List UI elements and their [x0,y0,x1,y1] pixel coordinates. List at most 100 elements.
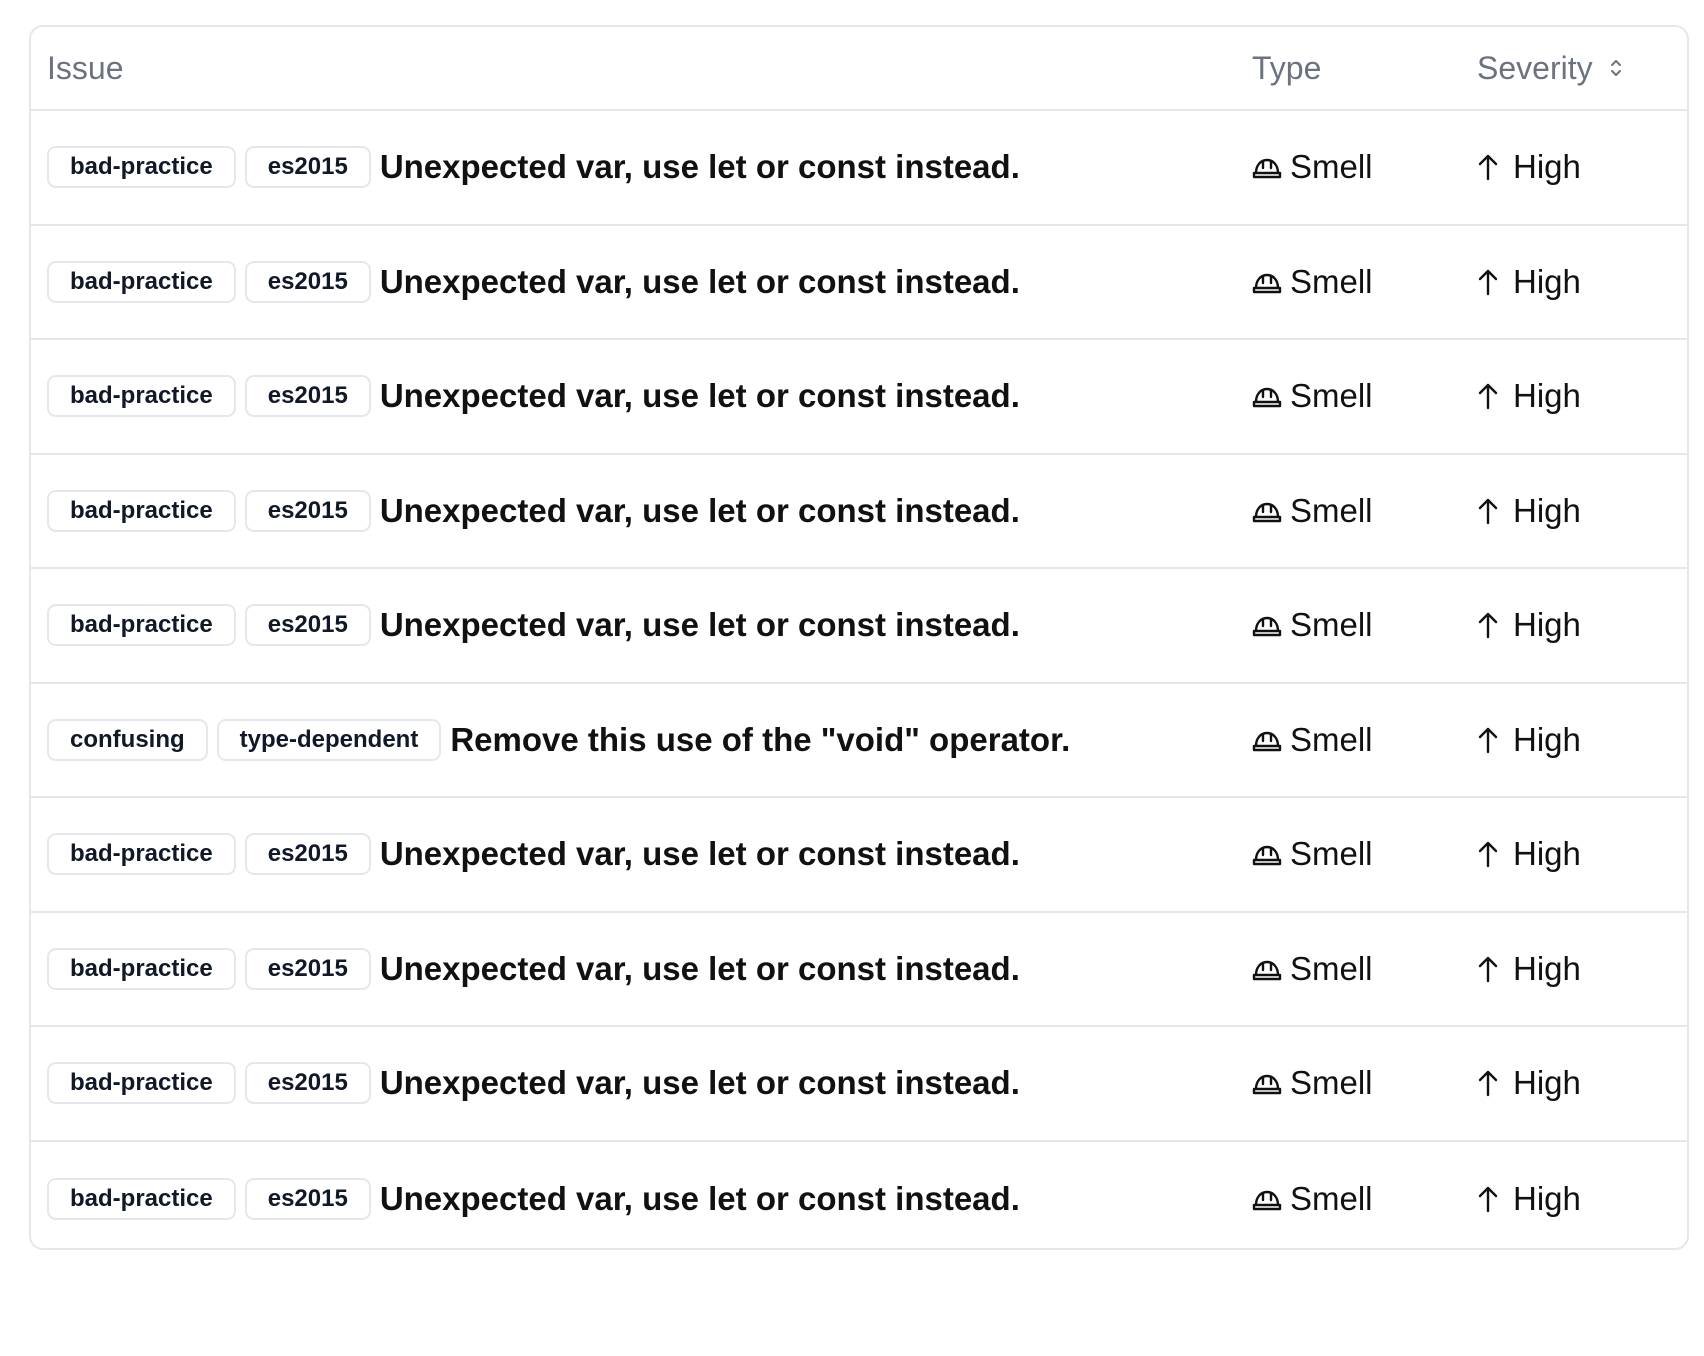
tag-badge: bad-practice [47,375,236,418]
tag-badge: type-dependent [216,718,442,761]
severity-cell: High [1477,1027,1581,1140]
arrow-up-icon [1478,1186,1498,1212]
issue-cell: confusing type-dependent Remove this use… [47,684,1070,797]
type-label: Smell [1290,262,1373,300]
issues-table: Issue Type Severity bad-practice es2015 … [29,25,1689,1250]
severity-label: High [1513,949,1581,987]
severity-cell: High [1477,684,1581,797]
issue-cell: bad-practice es2015 Unexpected var, use … [47,1027,1020,1140]
type-cell: Smell [1252,569,1373,682]
severity-cell: High [1477,111,1581,224]
tag-badge: bad-practice [47,604,236,647]
tag-badge: es2015 [244,1177,371,1220]
issue-message[interactable]: Unexpected var, use let or const instead… [380,835,1020,873]
severity-cell: High [1477,455,1581,568]
type-label: Smell [1290,949,1373,987]
hard-hat-icon [1252,960,1282,980]
severity-label: High [1513,1064,1581,1102]
severity-cell: High [1477,226,1581,339]
column-header-severity-label: Severity [1477,49,1593,86]
table-row[interactable]: bad-practice es2015 Unexpected var, use … [31,455,1687,569]
type-cell: Smell [1252,798,1373,911]
arrow-up-icon [1478,498,1498,524]
severity-label: High [1513,720,1581,758]
type-label: Smell [1290,835,1373,873]
arrow-up-icon [1478,1071,1498,1097]
severity-label: High [1513,148,1581,186]
type-cell: Smell [1252,1142,1373,1249]
severity-cell: High [1477,798,1581,911]
type-cell: Smell [1252,226,1373,339]
hard-hat-icon [1252,502,1282,522]
hard-hat-icon [1252,159,1282,179]
column-header-issue: Issue [47,49,124,86]
issue-message[interactable]: Unexpected var, use let or const instead… [380,950,1020,988]
tag-badge: es2015 [244,833,371,876]
table-header: Issue Type Severity [31,27,1687,111]
severity-label: High [1513,606,1581,644]
severity-label: High [1513,491,1581,529]
severity-label: High [1513,835,1581,873]
hard-hat-icon [1252,273,1282,293]
issue-message[interactable]: Unexpected var, use let or const instead… [380,148,1020,186]
tag-badge: es2015 [244,489,371,532]
type-label: Smell [1290,606,1373,644]
table-row[interactable]: bad-practice es2015 Unexpected var, use … [31,226,1687,340]
tag-badge: bad-practice [47,947,236,990]
severity-cell: High [1477,1142,1581,1249]
severity-label: High [1513,377,1581,415]
hard-hat-icon [1252,617,1282,637]
arrow-up-icon [1478,613,1498,639]
issue-message[interactable]: Unexpected var, use let or const instead… [380,606,1020,644]
table-row[interactable]: confusing type-dependent Remove this use… [31,684,1687,798]
issue-message[interactable]: Unexpected var, use let or const instead… [380,1064,1020,1102]
tag-badge: bad-practice [47,833,236,876]
severity-cell: High [1477,340,1581,453]
tag-badge: bad-practice [47,489,236,532]
issue-cell: bad-practice es2015 Unexpected var, use … [47,798,1020,911]
type-label: Smell [1290,491,1373,529]
column-header-severity[interactable]: Severity [1477,27,1623,109]
issue-cell: bad-practice es2015 Unexpected var, use … [47,1142,1020,1249]
table-row[interactable]: bad-practice es2015 Unexpected var, use … [31,1142,1687,1249]
type-label: Smell [1290,148,1373,186]
hard-hat-icon [1252,846,1282,866]
issue-message[interactable]: Remove this use of the "void" operator. [450,721,1070,759]
issue-cell: bad-practice es2015 Unexpected var, use … [47,226,1020,339]
table-body: bad-practice es2015 Unexpected var, use … [31,111,1687,1249]
issue-message[interactable]: Unexpected var, use let or const instead… [380,377,1020,415]
type-cell: Smell [1252,684,1373,797]
issue-cell: bad-practice es2015 Unexpected var, use … [47,111,1020,224]
hard-hat-icon [1252,388,1282,408]
column-header-type: Type [1252,49,1322,86]
issue-cell: bad-practice es2015 Unexpected var, use … [47,913,1020,1026]
issue-cell: bad-practice es2015 Unexpected var, use … [47,455,1020,568]
table-row[interactable]: bad-practice es2015 Unexpected var, use … [31,340,1687,455]
severity-label: High [1513,1179,1581,1217]
hard-hat-icon [1252,731,1282,751]
hard-hat-icon [1252,1190,1282,1210]
tag-badge: confusing [47,718,208,761]
table-row[interactable]: bad-practice es2015 Unexpected var, use … [31,913,1687,1027]
type-cell: Smell [1252,1027,1373,1140]
table-row[interactable]: bad-practice es2015 Unexpected var, use … [31,1027,1687,1142]
type-cell: Smell [1252,340,1373,453]
issue-message[interactable]: Unexpected var, use let or const instead… [380,1180,1020,1218]
tag-badge: bad-practice [47,1062,236,1105]
arrow-up-icon [1478,384,1498,410]
issue-cell: bad-practice es2015 Unexpected var, use … [47,340,1020,453]
tag-badge: es2015 [244,947,371,990]
table-row[interactable]: bad-practice es2015 Unexpected var, use … [31,111,1687,226]
arrow-up-icon [1478,269,1498,295]
sort-icon[interactable] [1609,57,1623,79]
table-row[interactable]: bad-practice es2015 Unexpected var, use … [31,798,1687,913]
tag-badge: bad-practice [47,260,236,303]
type-cell: Smell [1252,455,1373,568]
type-label: Smell [1290,377,1373,415]
issue-message[interactable]: Unexpected var, use let or const instead… [380,492,1020,530]
hard-hat-icon [1252,1075,1282,1095]
arrow-up-icon [1478,956,1498,982]
issue-message[interactable]: Unexpected var, use let or const instead… [380,263,1020,301]
table-row[interactable]: bad-practice es2015 Unexpected var, use … [31,569,1687,684]
tag-badge: bad-practice [47,146,236,189]
